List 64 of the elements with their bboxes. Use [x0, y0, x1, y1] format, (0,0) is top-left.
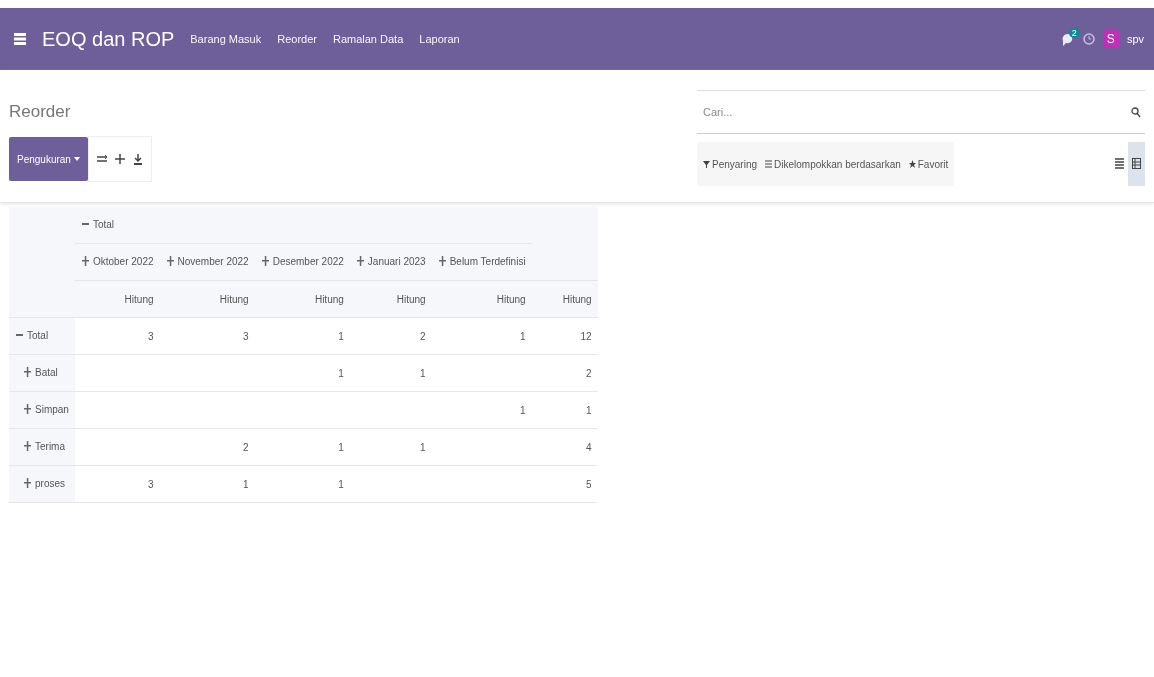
column-header[interactable]: Januari 2023 — [349, 243, 432, 281]
message-count-badge: 2 — [1068, 27, 1080, 38]
download-icon[interactable] — [132, 153, 143, 165]
measure-header: Hitung — [431, 280, 532, 318]
menu-icon[interactable] — [14, 33, 26, 45]
filter-menu-button[interactable]: Dikelompokkan berdasarkan — [765, 158, 901, 170]
table-cell: 5 — [531, 465, 598, 503]
filter-menu-button[interactable]: Favorit — [908, 158, 949, 170]
column-header[interactable]: Oktober 2022 — [74, 243, 160, 281]
table-cell: 1 — [254, 465, 350, 503]
measures-button[interactable]: Pengukuran — [9, 137, 88, 181]
measure-header: Hitung — [349, 280, 432, 318]
expand-all-icon[interactable] — [114, 154, 125, 164]
table-cell: 3 — [159, 317, 255, 355]
filter-icon — [703, 160, 710, 168]
list-icon — [1115, 157, 1124, 169]
row-header[interactable]: Total — [9, 317, 75, 355]
app-title: EOQ dan ROP — [42, 27, 175, 51]
table-cell: 1 — [431, 391, 532, 429]
caret-icon — [73, 156, 80, 162]
search-field[interactable]: Cari... — [701, 105, 1131, 119]
column-header[interactable]: Belum Terdefinisi — [431, 243, 532, 281]
breadcrumb-title: Reorder — [9, 101, 72, 122]
menu-item[interactable]: Reorder — [277, 33, 317, 45]
measure-header: Hitung — [159, 280, 255, 318]
measure-header: Hitung — [531, 280, 598, 318]
list-icon — [765, 160, 773, 168]
chat-icon[interactable] — [1060, 31, 1075, 47]
column-header[interactable]: November 2022 — [159, 243, 255, 281]
row-header[interactable]: Batal — [9, 354, 75, 392]
table-cell: 1 — [531, 391, 598, 429]
user-avatar[interactable]: S — [1102, 30, 1119, 48]
menu-item[interactable]: Ramalan Data — [332, 33, 404, 45]
swap-axis-icon[interactable] — [96, 154, 107, 164]
table-cell: 1 — [349, 428, 432, 466]
table-cell: 1 — [254, 428, 350, 466]
table-icon — [1132, 157, 1141, 169]
table-cell: 1 — [349, 354, 432, 392]
table-cell: 2 — [159, 428, 255, 466]
row-header[interactable]: Simpan — [9, 391, 75, 429]
table-cell: 1 — [431, 317, 532, 355]
star-icon — [908, 160, 916, 168]
table-cell: 12 — [531, 317, 598, 355]
table-cell: 3 — [74, 317, 160, 355]
measure-header: Hitung — [74, 280, 160, 318]
menu-item[interactable]: Barang Masuk — [190, 33, 262, 45]
table-cell: 4 — [531, 428, 598, 466]
filter-menu-button[interactable]: Penyaring — [703, 158, 758, 170]
measure-header: Hitung — [254, 280, 350, 318]
menu-item[interactable]: Laporan — [419, 33, 460, 45]
row-header[interactable]: proses — [9, 465, 75, 503]
clock-icon[interactable] — [1082, 32, 1095, 46]
table-cell: 1 — [254, 354, 350, 392]
column-header[interactable]: Total — [74, 207, 532, 244]
row-header[interactable]: Terima — [9, 428, 75, 466]
table-cell: 2 — [349, 317, 432, 355]
table-cell: 3 — [74, 465, 160, 503]
table-cell: 1 — [159, 465, 255, 503]
pivot-view-button[interactable] — [1128, 142, 1145, 186]
table-cell: 2 — [531, 354, 598, 392]
user-name[interactable]: spv — [1126, 33, 1144, 45]
column-header[interactable]: Desember 2022 — [254, 243, 350, 281]
search-icon — [1131, 106, 1141, 118]
table-cell: 1 — [254, 317, 350, 355]
